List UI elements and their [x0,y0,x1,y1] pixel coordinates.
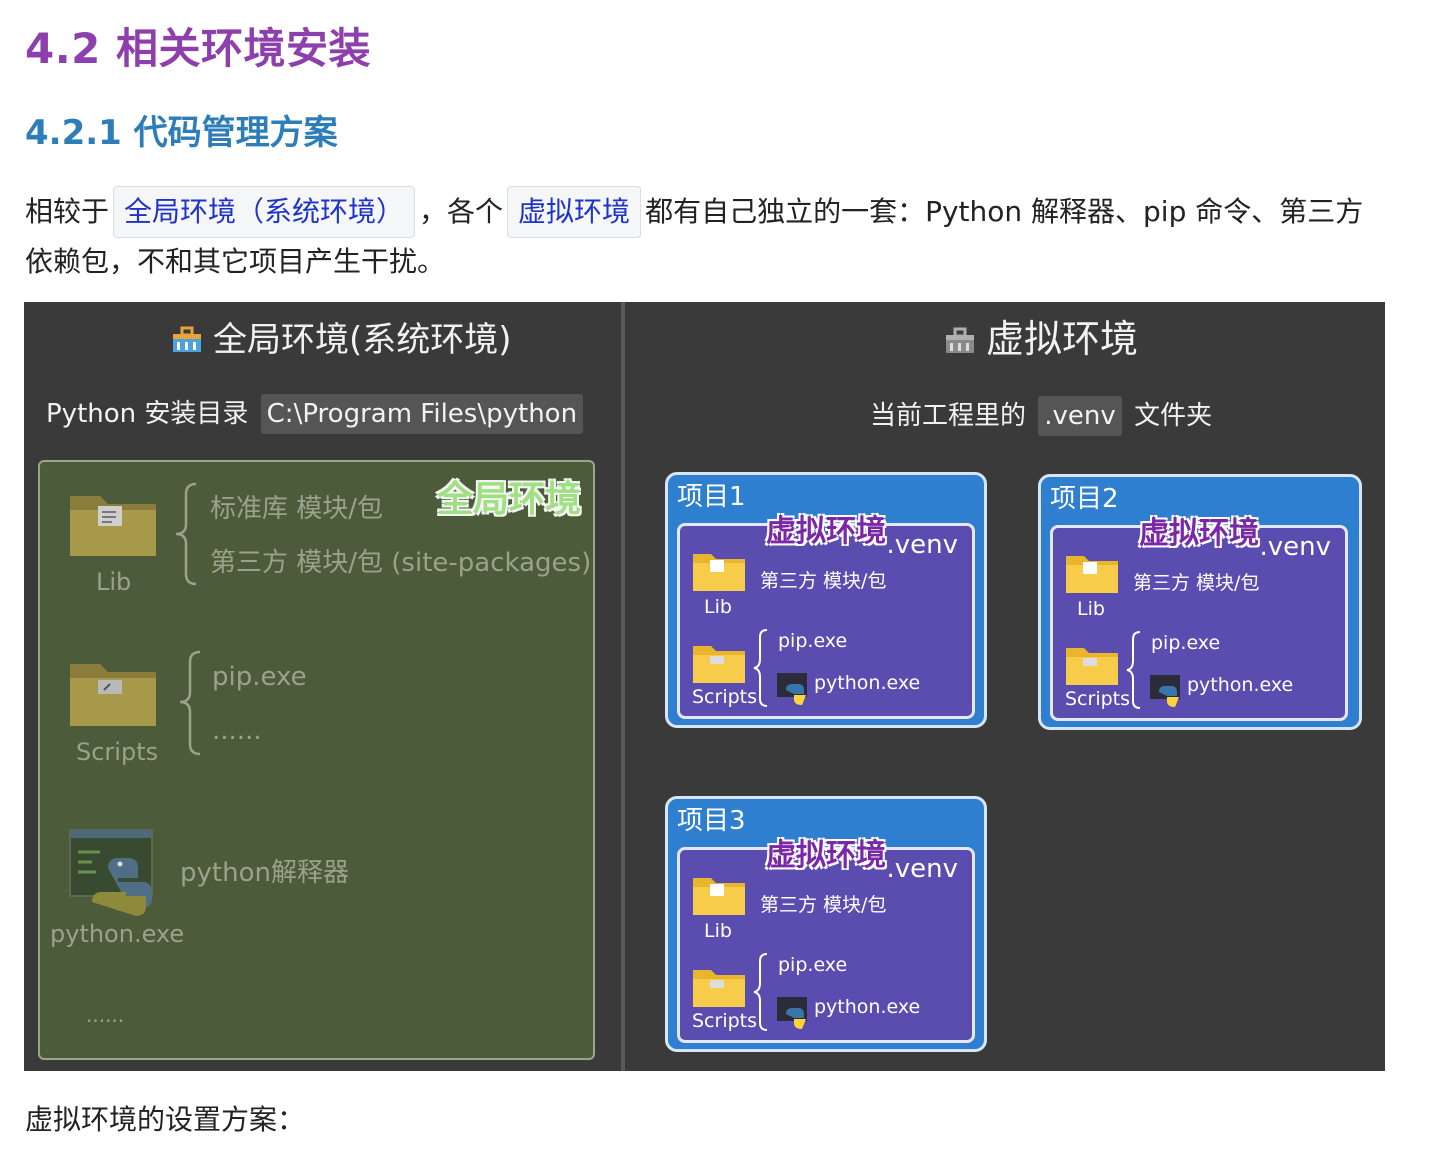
python-icon [777,997,807,1029]
global-env-box: 全局环境 Lib 标准库 模块/包 第三方 模块/包 (site-package… [38,460,595,1060]
python-icon [777,673,807,705]
venv-dir: 当前工程里的 .venv 文件夹 [870,396,1212,436]
scripts-folder-icon [1066,648,1118,685]
install-dir-label: Python 安装目录 [46,399,249,429]
lib-label: Lib [704,596,732,618]
lib-label: Lib [96,568,132,596]
venv-tag: 虚拟环境 [1139,516,1259,551]
project-title: 项目3 [677,806,746,836]
scripts-label: Scripts [76,738,159,766]
virtual-env-code: 虚拟环境 [507,186,642,238]
environment-diagram: 全局环境(系统环境) Python 安装目录 C:\Program Files\… [24,302,1385,1071]
venv-name: .venv [886,530,958,560]
scripts-label: Scripts [692,686,758,708]
virtual-env-title: 虚拟环境 [944,316,1138,362]
lib-label: Lib [704,920,732,942]
python-exe-icon [69,829,153,916]
diagram-divider [621,302,625,1071]
venv-tag: 虚拟环境 [766,514,886,549]
python-exe-text: python.exe [1187,674,1294,696]
scripts-brace [1126,631,1141,709]
pip-exe-text: pip.exe [1151,632,1221,654]
scripts-brace [753,953,768,1031]
venv-dir-path: .venv [1038,396,1122,436]
scripts-folder-icon [693,970,745,1007]
lib-folder-icon [693,878,745,915]
scripts-label: Scripts [692,1010,758,1032]
python-exe-text: python.exe [814,996,921,1018]
python-exe-text: python.exe [814,672,921,694]
intro-text-2: ，各个 [419,195,504,228]
lib-stdlib-text: 标准库 模块/包 [210,494,384,524]
scripts-brace [179,650,201,756]
page-heading: 4.2 相关环境安装 [25,24,372,73]
intro-text-1: 相较于 [25,195,110,228]
section-subheading: 4.2.1 代码管理方案 [25,113,338,153]
toolbox-icon [173,326,201,352]
lib-folder-icon [70,496,156,556]
scripts-folder-icon [70,664,156,726]
packages-text: 第三方 模块/包 [1133,572,1260,594]
install-dir-path: C:\Program Files\python [260,394,584,434]
scripts-folder-icon [693,646,745,683]
global-install-dir: Python 安装目录 C:\Program Files\python [46,394,587,434]
lib-folder-icon [693,554,745,591]
project-card: 项目3 虚拟环境 .venv Lib 第三方 模块/包 Scripts pip.… [665,796,987,1052]
venv-name: .venv [1259,532,1331,562]
global-env-title: 全局环境(系统环境) [171,318,512,362]
packages-text: 第三方 模块/包 [760,894,887,916]
venv-box: 虚拟环境 .venv Lib 第三方 模块/包 Scripts pip.exe … [677,514,975,719]
lib-brace [175,482,197,586]
venv-box: 虚拟环境 .venv Lib 第三方 模块/包 Scripts pip.exe … [677,838,975,1043]
venv-dir-suffix: 文件夹 [1134,401,1213,431]
global-env-code: 全局环境（系统环境） [113,186,416,238]
python-icon [1150,675,1180,707]
lib-folder-icon [1066,556,1118,593]
pip-exe-text: pip.exe [778,954,848,976]
global-env-title-text: 全局环境(系统环境) [213,320,512,360]
global-env-tag: 全局环境 [436,479,581,520]
lib-sitepackages-text: 第三方 模块/包 (site-packages) [210,548,592,578]
project-title: 项目2 [1050,484,1119,514]
scripts-more-text: ...... [212,716,262,746]
scripts-brace [753,629,768,707]
pip-exe-text: pip.exe [778,630,848,652]
virtual-env-title-text: 虚拟环境 [986,317,1139,361]
python-exe-label: python.exe [50,920,185,948]
lib-label: Lib [1077,598,1105,620]
venv-name: .venv [886,854,958,884]
project-title: 项目1 [677,482,746,512]
venv-box: 虚拟环境 .venv Lib 第三方 模块/包 Scripts pip.exe … [1050,516,1348,721]
python-interpreter-text: python解释器 [180,858,349,888]
venv-tag: 虚拟环境 [766,838,886,873]
packages-text: 第三方 模块/包 [760,570,887,592]
pip-exe-text: pip.exe [212,662,307,692]
scripts-label: Scripts [1065,688,1131,710]
intro-paragraph: 相较于 全局环境（系统环境） ，各个 虚拟环境 都有自己独立的一套：Python 解释器… [25,186,1385,286]
project-card: 项目1 虚拟环境 .venv Lib 第三方 模块/包 Scripts pip.… [665,472,987,728]
global-more-text: ...... [86,1003,125,1027]
footer-text: 虚拟环境的设置方案： [25,1103,306,1136]
toolbox-icon [946,327,974,353]
venv-dir-label: 当前工程里的 [870,401,1027,431]
project-card: 项目2 虚拟环境 .venv Lib 第三方 模块/包 Scripts pip.… [1038,474,1362,730]
